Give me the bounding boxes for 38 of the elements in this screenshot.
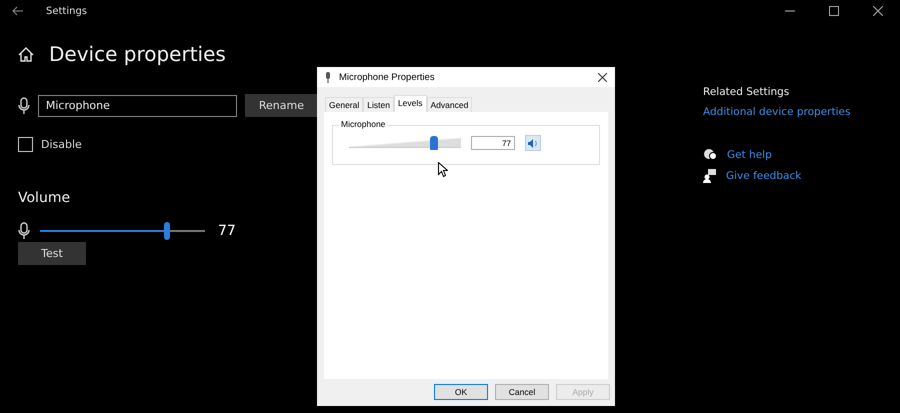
volume-value: 77: [218, 223, 236, 239]
dialog-button[interactable]: Cancel: [495, 384, 549, 400]
home-icon[interactable]: [18, 46, 34, 62]
dialog-title: Microphone Properties: [339, 72, 435, 82]
people-icon: [703, 169, 716, 183]
section-heading: Volume: [18, 190, 72, 206]
slider-thumb[interactable]: [430, 136, 438, 150]
slider-thumb[interactable]: [164, 222, 170, 240]
tab[interactable]: General: [325, 97, 364, 112]
device-properties-link[interactable]: Additional device properties: [703, 106, 850, 118]
microphone-icon: [325, 72, 331, 82]
microphone-icon: [18, 96, 30, 114]
close-icon[interactable]: [873, 6, 883, 16]
rename-button[interactable]: Rename: [244, 94, 318, 117]
window-title: Settings: [46, 6, 88, 16]
tab[interactable]: Levels: [394, 95, 427, 112]
maximize-icon[interactable]: [829, 6, 839, 16]
mouse-cursor-icon: [438, 162, 448, 177]
checkbox[interactable]: [18, 137, 33, 152]
name-field[interactable]: Microphone: [38, 94, 237, 116]
page-title: Device properties: [49, 42, 226, 66]
chat-bubble-icon: [703, 148, 717, 161]
tab[interactable]: Advanced: [426, 97, 472, 112]
section-heading: Related Settings: [703, 86, 790, 98]
checkbox-label: Disable: [41, 138, 82, 151]
close-icon[interactable]: [598, 72, 607, 82]
dialog-button[interactable]: OK: [434, 384, 488, 400]
minimize-icon[interactable]: [785, 10, 795, 12]
mute-button[interactable]: [525, 135, 541, 151]
help-link[interactable]: Get help: [727, 148, 772, 160]
level-field[interactable]: 77: [471, 136, 515, 150]
speaker-icon: [528, 138, 538, 148]
group-label: Microphone: [339, 119, 388, 129]
back-icon[interactable]: [12, 6, 24, 16]
microphone-icon: [18, 222, 30, 240]
test-button[interactable]: Test: [18, 242, 86, 265]
tab[interactable]: Listen: [363, 97, 394, 112]
help-link[interactable]: Give feedback: [726, 170, 802, 182]
